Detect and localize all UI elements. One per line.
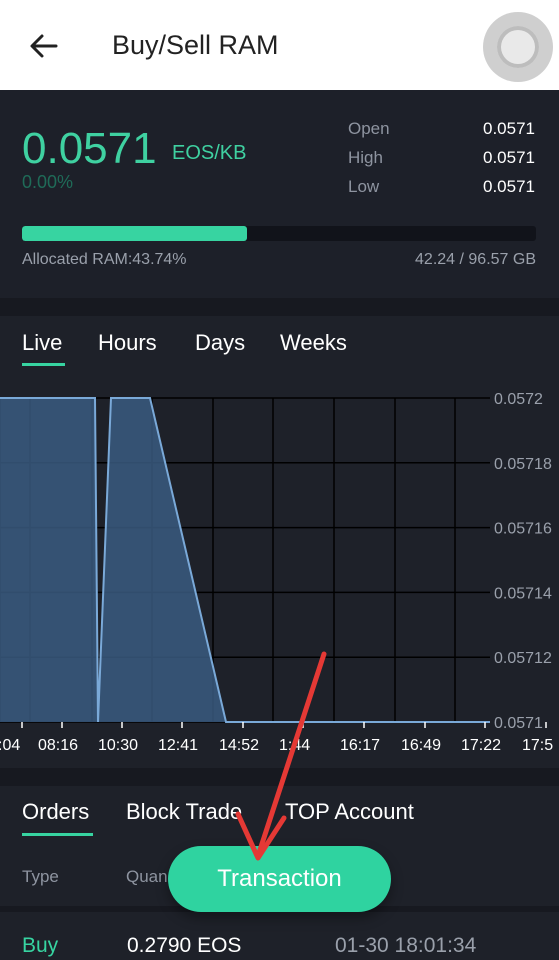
stat-open-value: 0.0571 [483,119,535,138]
page-title: Buy/Sell RAM [112,30,279,60]
x-tick-label: 16:17 [340,737,380,754]
y-tick-label: 0.05716 [494,521,552,538]
price-change: 0.00% [22,172,74,192]
stat-low-value: 0.0571 [483,177,535,196]
y-tick-label: 0.05712 [494,650,552,667]
x-tick-label: 10:30 [98,737,138,754]
tab-hours[interactable]: Hours [98,330,157,356]
back-arrow-icon[interactable] [28,28,60,64]
section-divider [0,298,559,316]
period-tabs: Live Hours Days Weeks [0,318,559,374]
x-tick-label: 17:22 [461,737,501,754]
circle-icon [497,26,539,68]
tab-orders[interactable]: Orders [22,799,89,825]
price-unit: EOS/KB [172,142,247,164]
stat-open-label: Open [348,119,390,138]
tab-days[interactable]: Days [195,330,245,356]
tab-weeks[interactable]: Weeks [280,330,347,356]
x-tick-label: :04 [0,737,20,754]
x-tick-label: 17:5 [522,737,553,754]
ram-total: 42.24 / 96.57 GB [415,251,536,268]
order-type: Buy [22,934,59,957]
area-fill [0,398,490,722]
app-bar: Buy/Sell RAM [0,0,559,90]
x-tick-label: 14:52 [219,737,259,754]
allocated-ram-label: Allocated RAM:43.74% [22,251,187,268]
active-tab-indicator [22,363,65,366]
stat-high-value: 0.0571 [483,148,535,167]
y-tick-label: 0.05718 [494,456,552,473]
tab-live[interactable]: Live [22,330,62,356]
stat-high-label: High [348,148,383,167]
x-tick-label: 08:16 [38,737,78,754]
tab-block-trade[interactable]: Block Trade [126,799,242,825]
x-tick-label: 1:44 [279,737,310,754]
column-quantity: Quan [126,867,168,886]
floating-assistive-button[interactable] [483,12,553,82]
order-quantity: 0.2790 EOS [127,934,242,957]
transaction-button[interactable]: Transaction [168,846,391,912]
x-tick-label: 16:49 [401,737,441,754]
tab-top-account[interactable]: TOP Account [285,799,414,825]
active-order-tab-indicator [22,833,93,836]
column-type: Type [22,867,59,886]
order-time: 01-30 18:01:34 [335,934,477,957]
ram-progress-fill [22,226,247,241]
y-tick-label: 0.05714 [494,585,552,602]
section-divider [0,768,559,786]
ram-progress-bar [22,226,536,241]
x-tick-label: 12:41 [158,737,198,754]
price-chart: 0.0572 0.05718 0.05716 0.05714 0.05712 0.0571… [0,391,553,754]
current-price: 0.0571 [22,124,157,173]
y-tick-label: 0.0571 [494,715,543,732]
stat-low-label: Low [348,177,380,196]
y-tick-label: 0.0572 [494,391,543,408]
